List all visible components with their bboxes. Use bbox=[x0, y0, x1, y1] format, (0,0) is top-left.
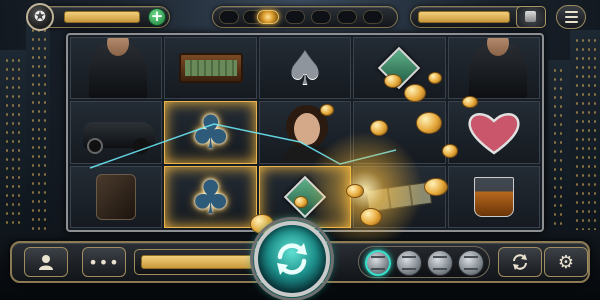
settings-button[interactable]: ⚙ bbox=[544, 247, 588, 277]
symbol-briefcase-cash bbox=[164, 37, 257, 100]
bet-amount-field[interactable] bbox=[134, 249, 262, 275]
level-progress bbox=[212, 6, 398, 28]
symbol-heart bbox=[447, 101, 540, 164]
profile-button[interactable] bbox=[24, 247, 68, 277]
symbol-whiskey-glass bbox=[447, 165, 540, 228]
poker-chip-icon: ✪ bbox=[26, 3, 54, 31]
bet-chip-4[interactable] bbox=[458, 250, 484, 276]
bet-bar bbox=[141, 255, 253, 269]
level-dot-active bbox=[257, 10, 279, 24]
win-bar bbox=[418, 11, 510, 23]
symbol-club-win: ♣ bbox=[164, 101, 257, 164]
symbol-green-diamond bbox=[353, 37, 446, 100]
symbol-vintage-car bbox=[70, 101, 163, 164]
hamburger-menu-icon bbox=[564, 11, 578, 13]
symbol-lady-portrait bbox=[258, 101, 352, 164]
level-dot bbox=[219, 10, 239, 24]
bet-chip-3[interactable] bbox=[427, 250, 453, 276]
top-bar: ✪ + bbox=[0, 3, 600, 31]
symbol-spade: ♠ bbox=[258, 37, 352, 100]
autoplay-icon bbox=[513, 254, 527, 270]
add-funds-button[interactable]: + bbox=[148, 8, 166, 26]
reel-grid: ♠ ♣ ♣ bbox=[66, 33, 544, 232]
bet-chip-2[interactable] bbox=[396, 250, 422, 276]
balance-bar bbox=[64, 11, 140, 23]
gear-icon: ⚙ bbox=[557, 251, 575, 273]
level-dot bbox=[311, 10, 331, 24]
symbol-gangster-fedora bbox=[70, 37, 163, 100]
symbol-hip-flask bbox=[70, 165, 163, 228]
user-icon bbox=[39, 255, 53, 270]
heart-icon bbox=[468, 113, 520, 156]
symbol-coin-burst bbox=[353, 101, 446, 164]
info-button[interactable] bbox=[516, 6, 546, 28]
symbol-gold-bars bbox=[353, 165, 446, 228]
spin-button[interactable] bbox=[250, 217, 334, 300]
autoplay-button[interactable] bbox=[498, 247, 542, 277]
bet-chip-1[interactable] bbox=[365, 250, 391, 276]
more-button[interactable]: ••• bbox=[82, 247, 126, 277]
symbol-gangster-tommy-gun bbox=[447, 37, 540, 100]
symbol-club-win: ♣ bbox=[164, 165, 257, 228]
more-dots-icon: ••• bbox=[88, 252, 120, 272]
level-dot bbox=[285, 10, 305, 24]
level-dot bbox=[363, 10, 383, 24]
menu-button[interactable] bbox=[556, 5, 586, 29]
bet-chip-selector bbox=[358, 246, 490, 278]
level-dot bbox=[337, 10, 357, 24]
